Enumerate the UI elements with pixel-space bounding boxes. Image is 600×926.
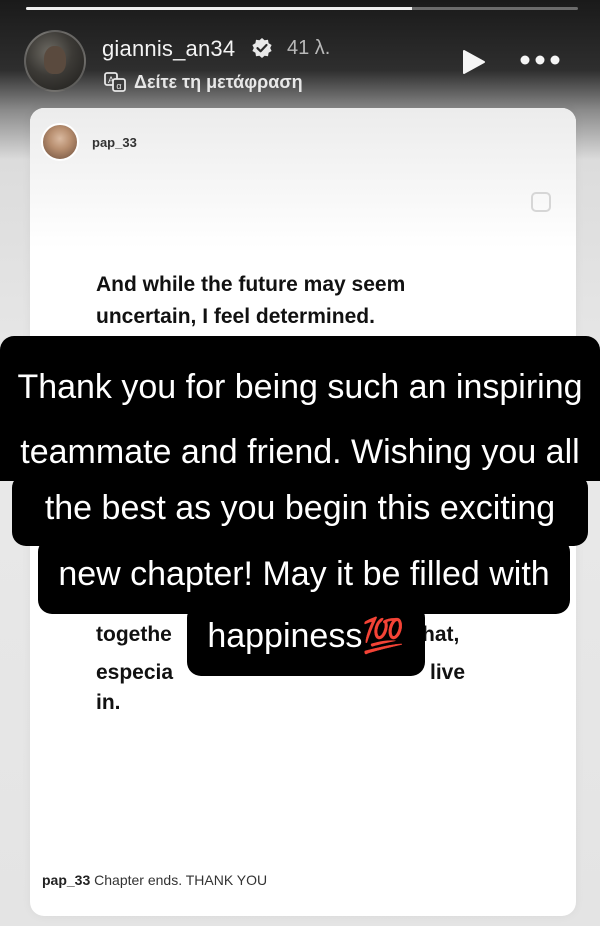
- post-caption: pap_33 Chapter ends. THANK YOU: [42, 872, 267, 888]
- square-icon: [531, 192, 551, 212]
- post-text-fragment: in.: [96, 691, 121, 714]
- translate-row[interactable]: A α Δείτε τη μετάφραση: [104, 71, 303, 93]
- username[interactable]: giannis_an34: [102, 36, 235, 62]
- verified-icon: [252, 38, 272, 58]
- overlay-caption-line: Thank you for being such an inspiring: [0, 358, 600, 416]
- post-text-fragment: especia: [96, 661, 174, 684]
- post-text-line: And while the future may seem: [96, 273, 406, 296]
- caption-text: Chapter ends. THANK YOU: [94, 872, 268, 888]
- post-author: pap_33: [92, 135, 137, 150]
- overlay-caption-line: the best as you begin this exciting: [12, 474, 588, 546]
- overlay-caption-line: teammate and friend. Wishing you all: [0, 423, 600, 481]
- avatar[interactable]: [24, 30, 86, 92]
- post-text-line: uncertain, I feel determined.: [96, 305, 375, 328]
- overlay-caption-line: new chapter! May it be filled with: [38, 538, 570, 614]
- post-text-fragment: live: [430, 661, 466, 684]
- story-header: giannis_an34 41 λ. A α Δείτε τη μετάφρασ…: [0, 0, 600, 110]
- play-icon[interactable]: [459, 48, 487, 76]
- post-text-fragment: togethe: [96, 623, 172, 646]
- translate-icon: A α: [104, 72, 126, 92]
- post-author-avatar: [41, 123, 79, 161]
- svg-text:α: α: [116, 81, 121, 91]
- post-card-header: [30, 108, 576, 248]
- post-text-fragment: hat,: [422, 623, 460, 646]
- overlay-caption-line: happiness💯: [187, 604, 425, 676]
- caption-author: pap_33: [42, 872, 91, 888]
- more-icon[interactable]: [519, 52, 561, 68]
- timestamp: 41 λ.: [287, 37, 331, 59]
- translate-link[interactable]: Δείτε τη μετάφραση: [134, 72, 303, 93]
